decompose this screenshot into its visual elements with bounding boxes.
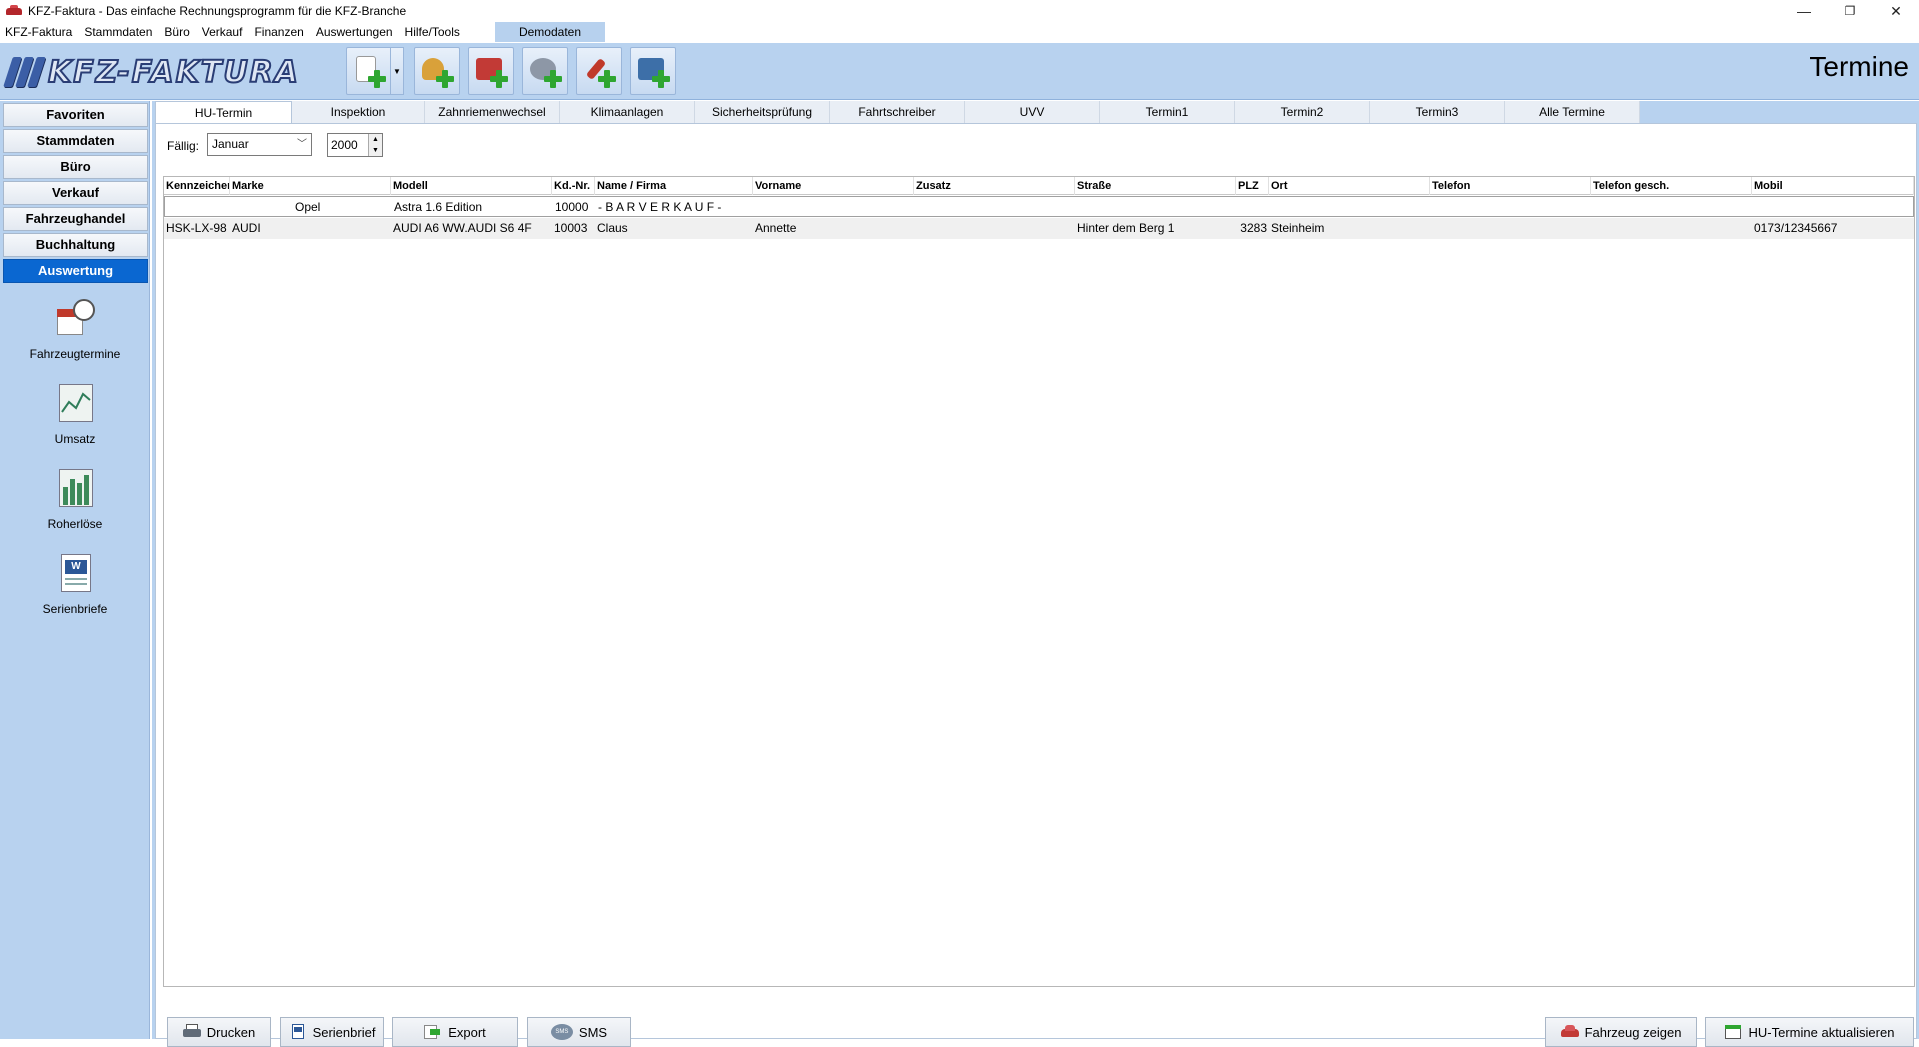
table-row[interactable]: HSK-LX-98 AUDI AUDI A6 WW.AUDI S6 4F 100… [164, 218, 1914, 239]
sidebar: Favoriten Stammdaten Büro Verkauf Fahrze… [0, 101, 150, 1039]
menu-hilfe-tools[interactable]: Hilfe/Tools [399, 22, 466, 42]
car-app-icon [6, 5, 22, 17]
col-strasse[interactable]: Straße [1075, 177, 1236, 195]
nav-favoriten[interactable]: Favoriten [3, 103, 148, 127]
sms-button[interactable]: SMS SMS [527, 1017, 631, 1047]
col-kd-nr[interactable]: Kd.-Nr. [552, 177, 595, 195]
tab-zahnriemenwechsel[interactable]: Zahnriemenwechsel [425, 101, 560, 123]
col-marke[interactable]: Marke [230, 177, 391, 195]
export-arrow-icon [424, 1024, 442, 1040]
tab-hu-termin[interactable]: HU-Termin [155, 101, 292, 125]
add-vehicle-button[interactable] [468, 47, 514, 95]
close-button[interactable]: ✕ [1873, 0, 1919, 22]
menu-kfz-faktura[interactable]: KFZ-Faktura [0, 22, 78, 42]
tab-termin2[interactable]: Termin2 [1235, 101, 1370, 123]
month-select[interactable]: Januar ﹀ [207, 133, 312, 156]
nav-buero[interactable]: Büro [3, 155, 148, 179]
app-logo: KFZ-FAKTURA [3, 52, 300, 92]
add-vehicle-icon [474, 54, 508, 88]
add-truck-button[interactable] [630, 47, 676, 95]
col-ort[interactable]: Ort [1269, 177, 1430, 195]
nav-verkauf[interactable]: Verkauf [3, 181, 148, 205]
tab-bar: HU-Termin Inspektion Zahnriemenwechsel K… [152, 101, 1640, 125]
print-button[interactable]: Drucken [167, 1017, 271, 1047]
sms-bubble-icon: SMS [550, 1024, 573, 1040]
tab-inspektion[interactable]: Inspektion [292, 101, 425, 123]
add-part-icon [528, 54, 562, 88]
export-button[interactable]: Export [392, 1017, 518, 1047]
add-service-button[interactable] [576, 47, 622, 95]
tab-alle-termine[interactable]: Alle Termine [1505, 101, 1640, 123]
chevron-down-icon: ▼ [393, 66, 401, 76]
year-spinner[interactable]: 2000 ▲ ▼ [327, 133, 383, 157]
nav-auswertung[interactable]: Auswertung [3, 259, 148, 283]
nav-buchhaltung[interactable]: Buchhaltung [3, 233, 148, 257]
col-mobil[interactable]: Mobil [1752, 177, 1914, 195]
minimize-button[interactable]: — [1781, 0, 1827, 22]
calendar-clock-icon [53, 297, 97, 341]
serial-letter-button[interactable]: Serienbrief [280, 1017, 384, 1047]
menu-bar: KFZ-Faktura Stammdaten Büro Verkauf Fina… [0, 22, 1919, 42]
menu-finanzen[interactable]: Finanzen [248, 22, 309, 42]
tab-sicherheitspruefung[interactable]: Sicherheitsprüfung [695, 101, 830, 123]
nav-stammdaten[interactable]: Stammdaten [3, 129, 148, 153]
add-customer-button[interactable] [414, 47, 460, 95]
line-chart-icon [53, 382, 97, 426]
sidebar-item-roherloese[interactable]: Roherlöse [0, 467, 150, 531]
col-kennzeichen[interactable]: Kennzeichen [164, 177, 230, 195]
show-vehicle-button[interactable]: Fahrzeug zeigen [1545, 1017, 1697, 1047]
tools-icon [582, 54, 616, 88]
col-name-firma[interactable]: Name / Firma [595, 177, 753, 195]
tab-klimaanlagen[interactable]: Klimaanlagen [560, 101, 695, 123]
sidebar-item-umsatz[interactable]: Umsatz [0, 382, 150, 446]
menu-auswertungen[interactable]: Auswertungen [310, 22, 399, 42]
menu-verkauf[interactable]: Verkauf [196, 22, 249, 42]
col-telefon-gesch[interactable]: Telefon gesch. [1591, 177, 1752, 195]
col-telefon[interactable]: Telefon [1430, 177, 1591, 195]
spin-up-icon[interactable]: ▲ [369, 134, 382, 145]
new-document-button[interactable] [346, 47, 392, 95]
restore-button[interactable]: ❐ [1827, 0, 1873, 22]
tab-termin3[interactable]: Termin3 [1370, 101, 1505, 123]
add-customer-icon [420, 54, 454, 88]
sidebar-item-fahrzeugtermine[interactable]: Fahrzeugtermine [0, 297, 150, 361]
main-panel: HU-Termin Inspektion Zahnriemenwechsel K… [152, 101, 1919, 1047]
menu-buero[interactable]: Büro [158, 22, 195, 42]
new-document-icon [352, 54, 386, 88]
col-zusatz[interactable]: Zusatz [914, 177, 1075, 195]
word-document-icon: W [53, 552, 97, 596]
tab-termin1[interactable]: Termin1 [1100, 101, 1235, 123]
car-icon [1560, 1024, 1579, 1040]
logo-slashes-icon [3, 57, 46, 87]
col-plz[interactable]: PLZ [1236, 177, 1269, 195]
tab-fahrtschreiber[interactable]: Fahrtschreiber [830, 101, 965, 123]
termine-table: Kennzeichen Marke Modell Kd.-Nr. Name / … [163, 176, 1915, 987]
update-hu-button[interactable]: HU-Termine aktualisieren [1705, 1017, 1914, 1047]
new-document-dropdown[interactable]: ▼ [390, 47, 404, 95]
word-document-icon [289, 1024, 307, 1040]
truck-icon [636, 54, 670, 88]
col-vorname[interactable]: Vorname [753, 177, 914, 195]
printer-icon [182, 1024, 201, 1040]
filter-bar: Fällig: Januar ﹀ 2000 ▲ ▼ [156, 124, 1916, 164]
table-row[interactable]: Opel Astra 1.6 Edition 10000 - B A R V E… [164, 196, 1914, 217]
spin-down-icon[interactable]: ▼ [369, 145, 382, 156]
faellig-label: Fällig: [167, 139, 200, 153]
calendar-refresh-icon [1724, 1024, 1743, 1040]
hu-termin-panel: Fällig: Januar ﹀ 2000 ▲ ▼ Kennzeichen Ma… [155, 123, 1917, 1047]
window-title: KFZ-Faktura - Das einfache Rechnungsprog… [28, 4, 407, 18]
toolbar: KFZ-FAKTURA ▼ Termine [0, 43, 1919, 100]
bar-chart-icon [53, 467, 97, 511]
menu-stammdaten[interactable]: Stammdaten [78, 22, 158, 42]
nav-fahrzeughandel[interactable]: Fahrzeughandel [3, 207, 148, 231]
tab-uvv[interactable]: UVV [965, 101, 1100, 123]
col-modell[interactable]: Modell [391, 177, 552, 195]
add-part-button[interactable] [522, 47, 568, 95]
chevron-down-icon: ﹀ [297, 139, 307, 150]
sidebar-item-serienbriefe[interactable]: W Serienbriefe [0, 552, 150, 616]
table-header: Kennzeichen Marke Modell Kd.-Nr. Name / … [164, 177, 1914, 195]
title-bar: KFZ-Faktura - Das einfache Rechnungsprog… [0, 0, 1919, 22]
demodaten-badge: Demodaten [495, 22, 605, 42]
page-title: Termine [1809, 51, 1909, 82]
